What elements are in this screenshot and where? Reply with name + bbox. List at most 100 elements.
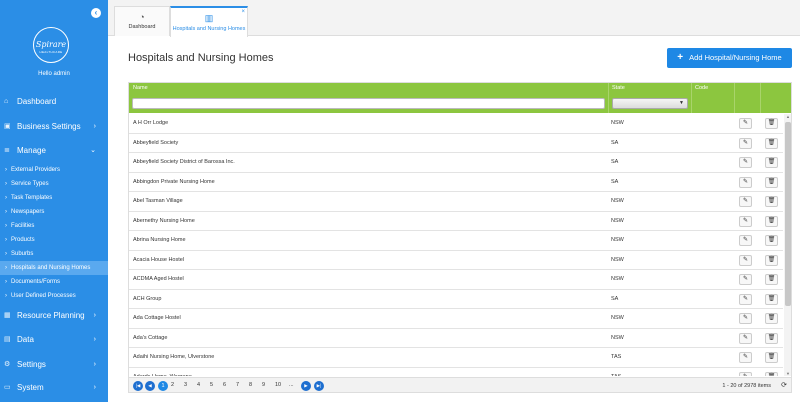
edit-icon[interactable]: ✎ bbox=[739, 215, 752, 227]
column-divider bbox=[691, 83, 692, 113]
sidebar-subitem-task-templates[interactable]: › Task Templates bbox=[0, 191, 108, 205]
page-number[interactable]: 9 bbox=[262, 382, 265, 388]
state-filter-select[interactable]: ▼ bbox=[612, 98, 688, 109]
column-header-name[interactable]: Name bbox=[133, 85, 148, 91]
delete-icon[interactable]: 🗑 bbox=[765, 293, 778, 305]
page-number[interactable]: 5 bbox=[210, 382, 213, 388]
sidebar-subitem-hospitals[interactable]: › Hospitals and Nursing Homes bbox=[0, 261, 108, 275]
table-row[interactable]: Adaihi Nursing Home, Ulverstone TAS ✎ 🗑 bbox=[129, 348, 783, 368]
delete-icon[interactable]: 🗑 bbox=[765, 313, 778, 324]
table-row[interactable]: Abbeyfield Society District of Barossa I… bbox=[129, 153, 783, 173]
close-icon[interactable]: × bbox=[241, 9, 245, 15]
cell-name: Adaihi Nursing Home, Ulverstone bbox=[133, 354, 215, 360]
edit-icon[interactable]: ✎ bbox=[739, 274, 752, 285]
table-row[interactable]: Ada Cottage Hostel NSW ✎ 🗑 bbox=[129, 309, 783, 329]
table-row[interactable]: Adards Home, Wagrane TAS ✎ 🗑 bbox=[129, 368, 783, 376]
last-page-icon[interactable]: ▶| bbox=[314, 381, 324, 391]
name-filter-input[interactable] bbox=[132, 98, 605, 109]
edit-icon[interactable]: ✎ bbox=[739, 313, 752, 324]
sidebar-item-system[interactable]: ▭ System › bbox=[0, 378, 108, 398]
greeting: Hello admin bbox=[38, 71, 70, 77]
sidebar-item-manage[interactable]: ≣ Manage ⌄ bbox=[0, 141, 108, 161]
table-row[interactable]: Abernethy Nursing Home NSW ✎ 🗑 bbox=[129, 212, 783, 231]
sidebar-item-settings[interactable]: ⚙ Settings › bbox=[0, 355, 108, 375]
sidebar-item-dashboard[interactable]: ⌂ Dashboard bbox=[0, 92, 108, 112]
edit-icon[interactable]: ✎ bbox=[739, 235, 752, 246]
page-number[interactable]: 6 bbox=[223, 382, 226, 388]
page-number[interactable]: 4 bbox=[197, 382, 200, 388]
page-number[interactable]: 7 bbox=[236, 382, 239, 388]
delete-icon[interactable]: 🗑 bbox=[765, 176, 778, 188]
page-number[interactable]: ... bbox=[289, 382, 294, 388]
scroll-down-icon[interactable]: ▼ bbox=[784, 371, 791, 376]
table-row[interactable]: ACH Group SA ✎ 🗑 bbox=[129, 290, 783, 309]
sidebar-subitem-newspapers[interactable]: › Newspapers bbox=[0, 205, 108, 219]
table-row[interactable]: Abrina Nursing Home NSW ✎ 🗑 bbox=[129, 231, 783, 251]
prev-page-icon[interactable]: ◀ bbox=[145, 381, 155, 391]
edit-icon[interactable]: ✎ bbox=[739, 118, 752, 129]
page-number[interactable]: 2 bbox=[171, 382, 174, 388]
edit-icon[interactable]: ✎ bbox=[739, 352, 752, 363]
delete-icon[interactable]: 🗑 bbox=[765, 157, 778, 168]
sidebar-subitem-documents-forms[interactable]: › Documents/Forms bbox=[0, 275, 108, 289]
building-icon: ▥ bbox=[204, 13, 214, 23]
chevron-down-icon: ⌄ bbox=[90, 147, 96, 154]
edit-icon[interactable]: ✎ bbox=[739, 254, 752, 266]
delete-icon[interactable]: 🗑 bbox=[765, 274, 778, 285]
next-page-icon[interactable]: ▶ bbox=[301, 381, 311, 391]
sidebar-subitem-service-types[interactable]: › Service Types bbox=[0, 177, 108, 191]
tab-hospitals[interactable]: × ▥ Hospitals and Nursing Homes bbox=[170, 6, 248, 37]
first-page-icon[interactable]: |◀ bbox=[133, 381, 143, 391]
edit-icon[interactable]: ✎ bbox=[739, 176, 752, 188]
table-row[interactable]: Abel Tasman Village NSW ✎ 🗑 bbox=[129, 192, 783, 212]
column-header-state[interactable]: State bbox=[612, 85, 625, 91]
table-row[interactable]: Abbingdon Private Nursing Home SA ✎ 🗑 bbox=[129, 173, 783, 192]
delete-icon[interactable]: 🗑 bbox=[765, 332, 778, 344]
chevron-right-icon: › bbox=[5, 237, 7, 243]
sidebar-subitem-external-providers[interactable]: › External Providers bbox=[0, 163, 108, 177]
table-row[interactable]: A H Orr Lodge NSW ✎ 🗑 bbox=[129, 114, 783, 134]
sidebar-subitem-suburbs[interactable]: › Suburbs bbox=[0, 247, 108, 261]
edit-icon[interactable]: ✎ bbox=[739, 137, 752, 149]
chevron-right-icon: › bbox=[5, 223, 7, 229]
table-row[interactable]: Acacia House Hostel NSW ✎ 🗑 bbox=[129, 251, 783, 270]
edit-icon[interactable]: ✎ bbox=[739, 157, 752, 168]
sidebar-subitem-facilities[interactable]: › Facilities bbox=[0, 219, 108, 233]
delete-icon[interactable]: 🗑 bbox=[765, 352, 778, 363]
delete-icon[interactable]: 🗑 bbox=[765, 371, 778, 376]
page-number[interactable]: 8 bbox=[249, 382, 252, 388]
table-row[interactable]: ACDMA Aged Hostel NSW ✎ 🗑 bbox=[129, 270, 783, 290]
cell-name: Acacia House Hostel bbox=[133, 256, 185, 263]
table-row[interactable]: Ada's Cottage NSW ✎ 🗑 bbox=[129, 329, 783, 348]
delete-icon[interactable]: 🗑 bbox=[765, 215, 778, 227]
sidebar-subitem-products[interactable]: › Products bbox=[0, 233, 108, 247]
vertical-scrollbar[interactable]: ▲ ▼ bbox=[784, 114, 791, 376]
table-row[interactable]: Abbeyfield Society SA ✎ 🗑 bbox=[129, 134, 783, 153]
scroll-up-icon[interactable]: ▲ bbox=[784, 114, 791, 119]
edit-icon[interactable]: ✎ bbox=[739, 332, 752, 344]
edit-icon[interactable]: ✎ bbox=[739, 293, 752, 305]
sidebar-item-business-settings[interactable]: ▣ Business Settings › bbox=[0, 117, 108, 137]
refresh-icon[interactable]: ⟳ bbox=[781, 381, 787, 389]
chevron-right-icon: › bbox=[93, 312, 96, 319]
delete-icon[interactable]: 🗑 bbox=[765, 118, 778, 129]
delete-icon[interactable]: 🗑 bbox=[765, 235, 778, 246]
cell-name: Ada Cottage Hostel bbox=[133, 315, 181, 321]
pager: |◀ ◀ ▶ ▶| 1 - 20 of 2978 items ⟳ 12 3 4 5 6 7… bbox=[129, 377, 791, 392]
sidebar-subitem-user-defined-processes[interactable]: › User Defined Processes bbox=[0, 289, 108, 303]
chevron-left-icon[interactable]: ‹ bbox=[91, 8, 101, 18]
column-header-code[interactable]: Code bbox=[695, 85, 708, 91]
add-hospital-button[interactable]: + Add Hospital/Nursing Home bbox=[667, 48, 792, 68]
sidebar-item-data[interactable]: ▤ Data › bbox=[0, 330, 108, 350]
delete-icon[interactable]: 🗑 bbox=[765, 254, 778, 266]
delete-icon[interactable]: 🗑 bbox=[765, 196, 778, 207]
scrollbar-thumb[interactable] bbox=[785, 122, 791, 306]
edit-icon[interactable]: ✎ bbox=[739, 196, 752, 207]
edit-icon[interactable]: ✎ bbox=[739, 371, 752, 376]
sidebar-item-resource-planning[interactable]: ▦ Resource Planning › bbox=[0, 306, 108, 326]
page-number[interactable]: 1 bbox=[158, 381, 168, 391]
tab-dashboard[interactable]: ◔ Dashboard bbox=[114, 6, 170, 36]
page-number[interactable]: 3 bbox=[184, 382, 187, 388]
page-number[interactable]: 10 bbox=[275, 382, 281, 388]
delete-icon[interactable]: 🗑 bbox=[765, 137, 778, 149]
